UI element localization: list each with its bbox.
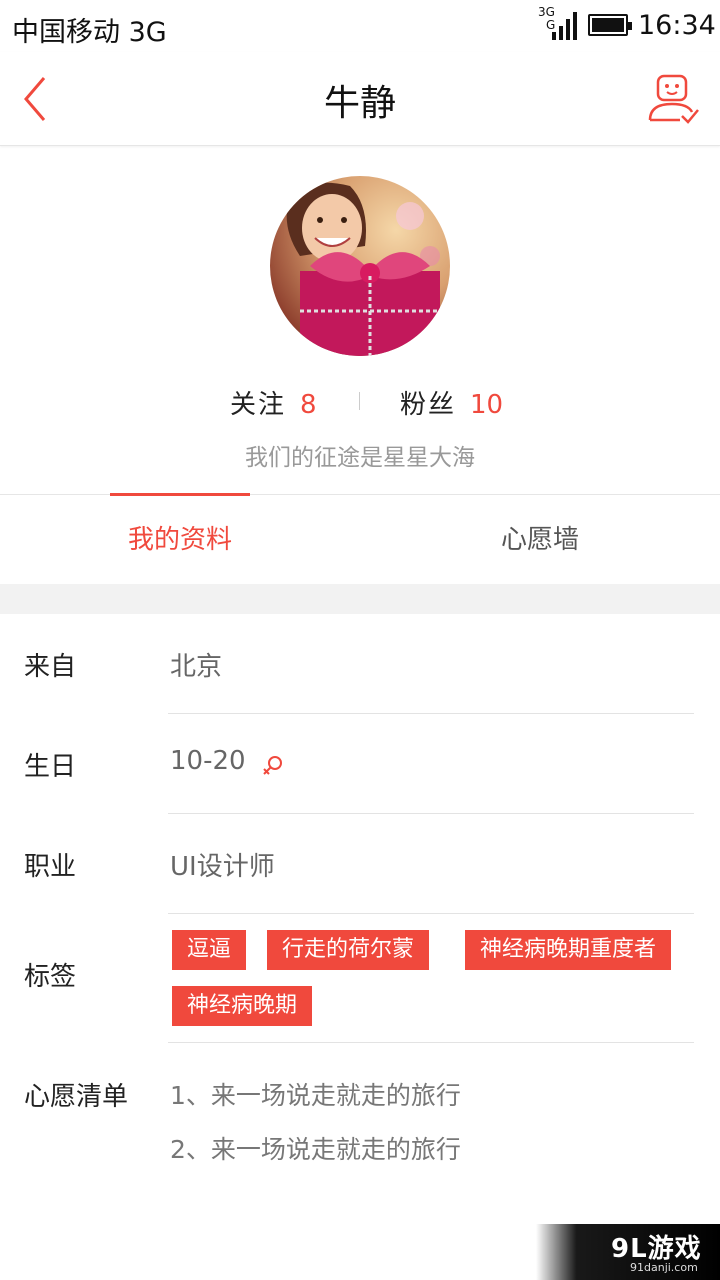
- wishlist-item: 1、来一场说走就走的旅行: [170, 1081, 461, 1110]
- signal-icon: [552, 12, 577, 40]
- wishlist-label: 心愿清单: [24, 1082, 129, 1112]
- follow-stat[interactable]: 关注 8: [230, 384, 317, 421]
- nav-bar: 牛静: [0, 52, 720, 146]
- tag-item[interactable]: 神经病晚期重度者: [465, 930, 672, 970]
- avatar[interactable]: [270, 176, 450, 356]
- row-divider: [168, 713, 694, 714]
- wishlist-item: 2、来一场说走就走的旅行: [170, 1135, 461, 1164]
- avatar-photo: [270, 176, 450, 356]
- from-value: 北京: [170, 652, 223, 682]
- watermark-logo: 9L游戏: [611, 1234, 702, 1264]
- motto: 我们的征途是星星大海: [245, 445, 475, 471]
- profile-action-button[interactable]: [644, 70, 704, 128]
- row-divider: [168, 1042, 694, 1043]
- battery-icon: [588, 14, 632, 36]
- follow-label: 关注: [230, 390, 287, 420]
- tags-label: 标签: [24, 962, 77, 992]
- row-divider: [168, 913, 694, 914]
- job-label: 职业: [24, 852, 77, 882]
- page-title: 牛静: [323, 83, 396, 124]
- tab-my-info[interactable]: 我的资料: [0, 495, 360, 585]
- from-label: 来自: [24, 652, 77, 682]
- job-value: UI设计师: [170, 852, 275, 882]
- user-check-icon: [648, 74, 699, 124]
- fans-count: 10: [470, 390, 504, 420]
- stats-bar: 关注 8 粉丝 10: [0, 384, 720, 420]
- carrier-label: 中国移动 3G: [12, 17, 167, 48]
- tab-wish-wall[interactable]: 心愿墙: [360, 495, 720, 585]
- female-icon: [263, 756, 282, 775]
- tab-bar: 我的资料 心愿墙: [0, 493, 720, 585]
- birthday-value: 10-20: [170, 746, 246, 776]
- watermark: 9L游戏 91danji.com: [536, 1224, 720, 1280]
- section-divider: [0, 584, 720, 614]
- clock: 16:34: [638, 10, 716, 41]
- fans-label: 粉丝: [400, 390, 457, 420]
- tag-item[interactable]: 逗逼: [172, 930, 247, 970]
- status-bar: 中国移动 3G 3G G 16:34: [0, 0, 720, 52]
- birthday-label: 生日: [24, 752, 77, 782]
- follow-count: 8: [300, 390, 317, 420]
- row-divider: [168, 813, 694, 814]
- stat-divider: [359, 392, 360, 410]
- fans-stat[interactable]: 粉丝 10: [400, 384, 503, 421]
- tag-item[interactable]: 行走的荷尔蒙: [267, 930, 430, 970]
- tag-item[interactable]: 神经病晚期: [172, 986, 313, 1026]
- watermark-site: 91danji.com: [630, 1261, 698, 1274]
